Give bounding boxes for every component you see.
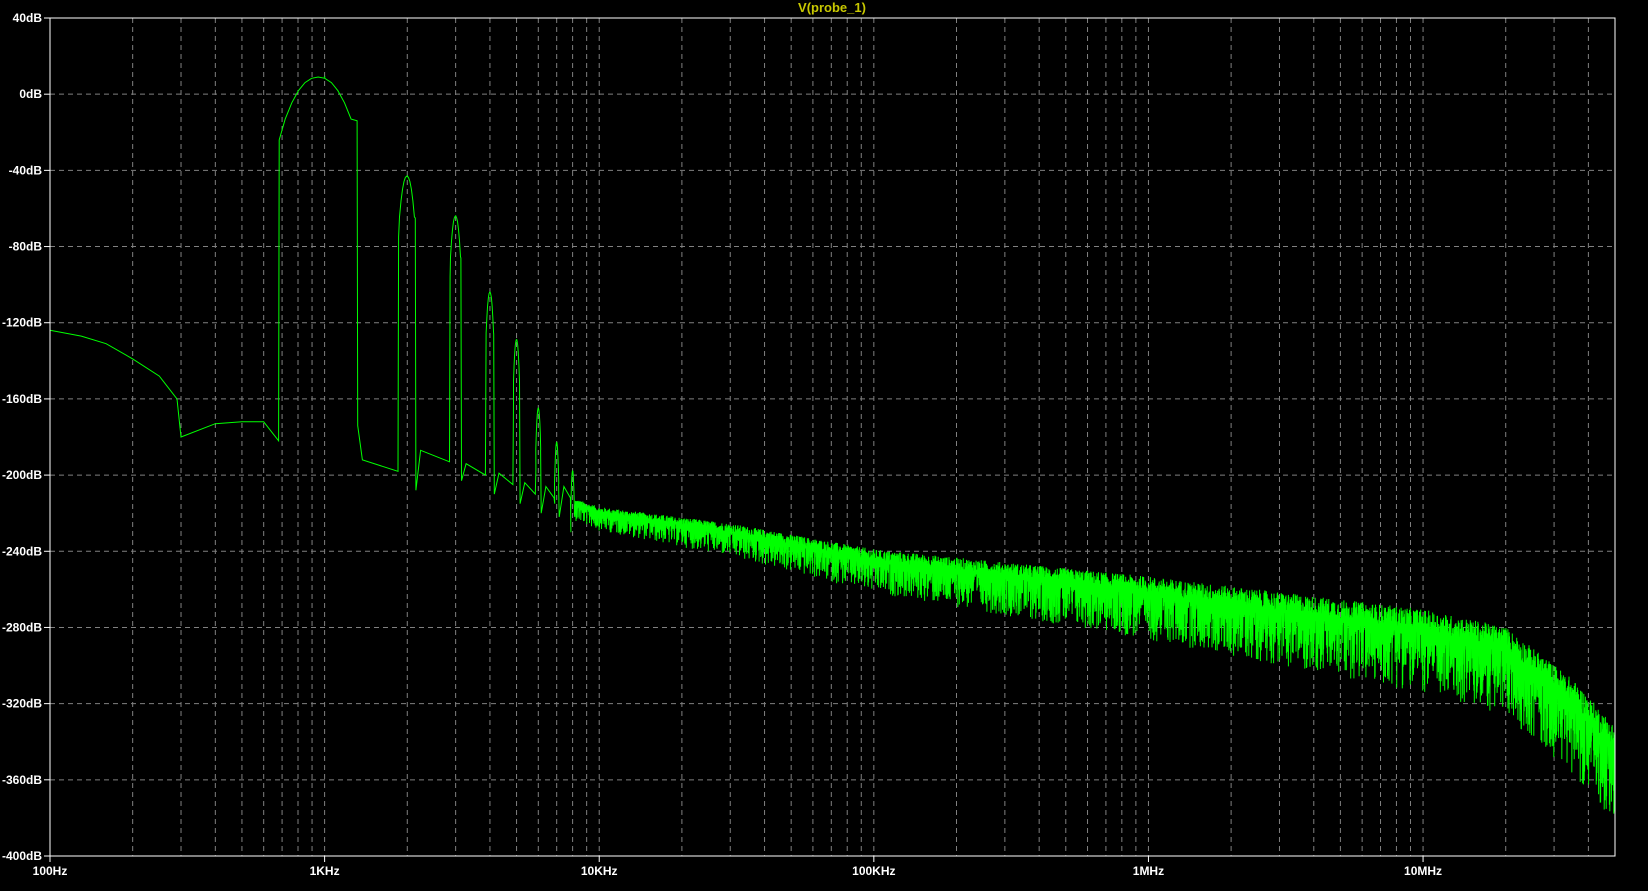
spectrum-plot: V(probe_1) 40dB 0dB -40dB -80dB -120dB -160dB… — [0, 0, 1648, 886]
harmonic-peak-point — [515, 339, 518, 341]
y-tick-label: -360dB — [2, 773, 42, 787]
y-tick-label: 40dB — [13, 11, 43, 25]
y-axis: 40dB 0dB -40dB -80dB -120dB -160dB -200dB -240d… — [2, 11, 50, 863]
harmonic-peak-point — [489, 291, 491, 294]
y-tick-label: -200dB — [2, 468, 42, 482]
y-tick-label: 0dB — [19, 87, 42, 101]
y-tick-label: -240dB — [2, 544, 42, 558]
grid — [50, 18, 1615, 856]
y-tick-label: -80dB — [9, 240, 43, 254]
harmonic-peak-point — [571, 470, 574, 473]
y-tick-label: -280dB — [2, 620, 42, 634]
x-tick-label: 10KHz — [581, 864, 618, 878]
x-tick-label: 10MHz — [1404, 864, 1442, 878]
y-tick-label: -400dB — [2, 849, 42, 863]
chart-title: V(probe_1) — [798, 0, 866, 15]
harmonic-peak-point — [454, 215, 457, 217]
x-tick-label: 1MHz — [1133, 864, 1164, 878]
y-tick-label: -160dB — [2, 392, 42, 406]
harmonic-peak-point — [555, 441, 558, 444]
harmonic-peak-point — [406, 175, 409, 177]
x-axis: 100Hz 1KHz 10KHz 100KHz 1MHz 10MHz — [33, 856, 1442, 878]
x-tick-label: 100Hz — [33, 864, 68, 878]
y-tick-label: -40dB — [9, 163, 43, 177]
harmonic-peak-point — [537, 407, 540, 410]
x-tick-label: 1KHz — [310, 864, 340, 878]
y-tick-label: -120dB — [2, 316, 42, 330]
harmonic-peak-point — [323, 76, 326, 78]
y-tick-label: -320dB — [2, 697, 42, 711]
x-tick-label: 100KHz — [852, 864, 895, 878]
plot-svg: V(probe_1) 40dB 0dB -40dB -80dB -120dB -160dB… — [2, 0, 1616, 878]
